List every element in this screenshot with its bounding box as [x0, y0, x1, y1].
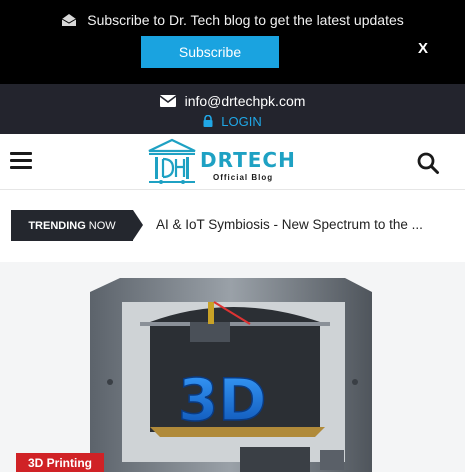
site-logo[interactable]: DRTECH Official Blog [143, 137, 318, 187]
trending-tag: TRENDING NOW [11, 210, 143, 241]
category-badge[interactable]: 3D Printing [16, 453, 104, 472]
trending-label: TRENDING [28, 219, 86, 232]
hero-image[interactable]: 3D [0, 262, 465, 472]
envelope-open-icon [62, 14, 77, 26]
email-text: info@drtechpk.com [184, 93, 306, 109]
email-link[interactable]: info@drtechpk.com [0, 91, 465, 111]
3d-printer-illustration: 3D [90, 278, 372, 472]
envelope-icon [159, 95, 176, 107]
logo-tagline: Official Blog [213, 173, 274, 182]
logo-name: DRTECH [200, 148, 296, 172]
menu-icon[interactable] [10, 152, 32, 170]
logo-emblem-icon [148, 138, 196, 184]
contact-bar: info@drtechpk.com LOGIN [0, 84, 465, 134]
search-icon[interactable] [416, 151, 440, 175]
site-header: DRTECH Official Blog [0, 134, 465, 190]
close-subscribe-button[interactable]: X [414, 38, 432, 58]
subscribe-button[interactable]: Subscribe [141, 36, 279, 68]
login-link[interactable]: LOGIN [0, 112, 465, 130]
printer-3d-text: 3D [178, 366, 267, 434]
subscribe-message: Subscribe to Dr. Tech blog to get the la… [87, 12, 404, 28]
subscribe-bar: Subscribe to Dr. Tech blog to get the la… [0, 0, 465, 84]
trending-now-label: NOW [88, 219, 116, 232]
login-label: LOGIN [221, 113, 262, 129]
trending-headline[interactable]: AI & IoT Symbiosis - New Spectrum to the… [156, 217, 462, 235]
trending-ticker: TRENDING NOW AI & IoT Symbiosis - New Sp… [11, 210, 463, 241]
subscribe-message-row: Subscribe to Dr. Tech blog to get the la… [0, 10, 465, 30]
lock-icon [203, 115, 213, 127]
